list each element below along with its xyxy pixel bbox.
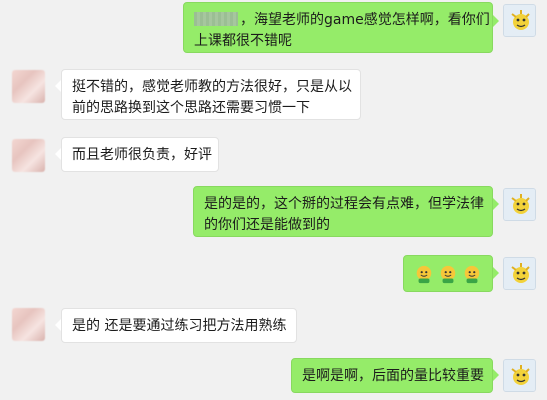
smile-face-emoji-icon bbox=[416, 265, 432, 283]
avatar-cartoon-icon bbox=[504, 258, 535, 289]
message-text-line: 的你们还是能做到的 bbox=[204, 217, 330, 233]
avatar-contact[interactable] bbox=[12, 308, 45, 341]
message-bubble[interactable]: 而且老师很负责，好评 bbox=[61, 137, 219, 172]
avatar-contact[interactable] bbox=[12, 139, 45, 172]
bubble-tail bbox=[493, 15, 499, 27]
avatar-cartoon-icon bbox=[504, 360, 535, 391]
message-bubble[interactable]: 是的 还是要通过练习把方法用熟练 bbox=[61, 308, 297, 343]
avatar-cartoon-icon bbox=[504, 5, 535, 36]
message-text-line: 是的是的，这个掰的过程会有点难，但学法律 bbox=[204, 196, 484, 212]
message-text-line: 是啊是啊，后面的量比较重要 bbox=[302, 368, 484, 384]
avatar-self[interactable] bbox=[503, 4, 536, 37]
smile-face-emoji-icon bbox=[440, 265, 456, 283]
bubble-tail bbox=[493, 198, 499, 210]
message-bubble[interactable]: 挺不错的，感觉老师教的方法很好，只是从以 前的思路换到这个思路还需要习惯一下 bbox=[61, 69, 361, 120]
bubble-tail bbox=[493, 369, 499, 381]
message-text-line: 而且老师很负责，好评 bbox=[72, 147, 212, 163]
redacted-name bbox=[194, 12, 238, 26]
message-bubble[interactable]: 是啊是啊，后面的量比较重要 bbox=[291, 358, 493, 393]
avatar-self[interactable] bbox=[503, 257, 536, 290]
avatar-self[interactable] bbox=[503, 359, 536, 392]
message-text-line: 上课都很不错呢 bbox=[194, 33, 292, 49]
message-bubble[interactable]: ，海望老师的game感觉怎样啊，看你们 上课都很不错呢 bbox=[183, 2, 493, 53]
message-bubble[interactable]: 是的是的，这个掰的过程会有点难，但学法律 的你们还是能做到的 bbox=[193, 186, 493, 237]
message-text-line: 挺不错的，感觉老师教的方法很好，只是从以 bbox=[72, 79, 352, 95]
smile-face-emoji-icon bbox=[464, 265, 480, 283]
message-text-line: 前的思路换到这个思路还需要习惯一下 bbox=[72, 100, 310, 116]
bubble-tail bbox=[493, 267, 499, 279]
message-text-line: ，海望老师的game感觉怎样啊，看你们 bbox=[240, 12, 490, 28]
avatar-cartoon-icon bbox=[504, 189, 535, 220]
message-text-line: 是的 还是要通过练习把方法用熟练 bbox=[72, 318, 287, 334]
avatar-contact[interactable] bbox=[12, 70, 45, 103]
avatar-self[interactable] bbox=[503, 188, 536, 221]
message-bubble[interactable] bbox=[403, 255, 493, 292]
